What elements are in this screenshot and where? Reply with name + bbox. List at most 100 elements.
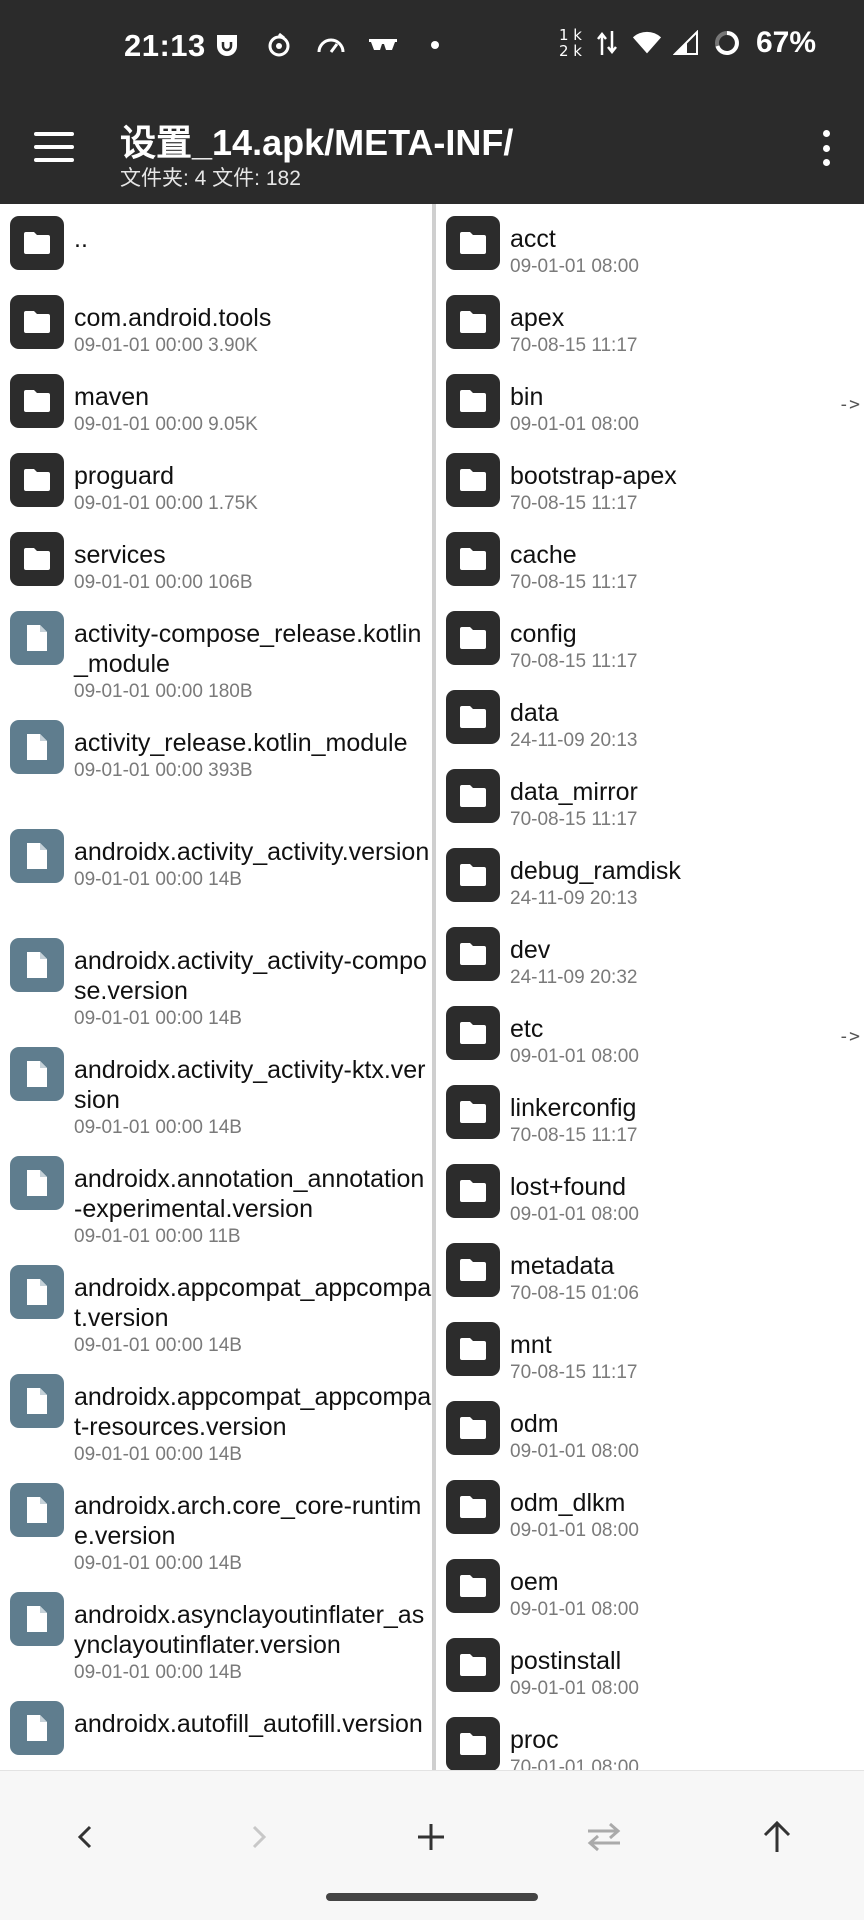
- folder-row[interactable]: debug_ramdisk 24-11-09 20:13: [436, 848, 864, 927]
- item-meta: 09-01-01 00:00 14B: [74, 1553, 242, 1574]
- file-row[interactable]: androidx.activity_activity-compose.versi…: [0, 938, 432, 1047]
- folder-row[interactable]: apex 70-08-15 11:17: [436, 295, 864, 374]
- item-meta: 70-08-15 11:17: [510, 1125, 638, 1146]
- item-meta: 09-01-01 00:00 14B: [74, 1335, 242, 1356]
- folder-row[interactable]: ..: [0, 216, 432, 295]
- bottom-navigation: [0, 1770, 864, 1920]
- item-name: androidx.arch.core_core-runtime.version: [74, 1492, 422, 1550]
- item-name: metadata: [510, 1252, 615, 1280]
- folder-row[interactable]: data 24-11-09 20:13: [436, 690, 864, 769]
- item-name: oem: [510, 1568, 559, 1596]
- item-meta: 09-01-01 00:00 1.75K: [74, 493, 258, 514]
- folder-icon: [446, 1085, 500, 1139]
- item-name: androidx.activity_activity-compose.versi…: [74, 947, 427, 1005]
- item-meta: 09-01-01 08:00: [510, 1441, 639, 1462]
- item-meta: 09-01-01 00:00 14B: [74, 1662, 242, 1683]
- swap-icon[interactable]: [574, 1807, 634, 1867]
- item-meta: 09-01-01 08:00: [510, 414, 639, 435]
- folder-row[interactable]: acct 09-01-01 08:00: [436, 216, 864, 295]
- item-name: cache: [510, 541, 577, 569]
- folder-row[interactable]: bin 09-01-01 08:00 ->: [436, 374, 864, 453]
- file-row[interactable]: activity_release.kotlin_module 09-01-01 0…: [0, 720, 432, 829]
- path-title: 设置_14.apk/META-INF/: [120, 122, 514, 163]
- folder-icon: [10, 532, 64, 586]
- file-icon: [10, 720, 64, 774]
- folder-row[interactable]: lost+found 09-01-01 08:00: [436, 1164, 864, 1243]
- item-name: ..: [74, 225, 88, 253]
- item-meta: 09-01-01 08:00: [510, 1046, 639, 1067]
- forward-icon[interactable]: [228, 1807, 288, 1867]
- folder-icon: [446, 1006, 500, 1060]
- glasses-notification-icon: [368, 30, 398, 60]
- more-options-icon[interactable]: [820, 130, 832, 166]
- file-row[interactable]: activity-compose_release.kotlin_module 09…: [0, 611, 432, 720]
- folder-row[interactable]: odm 09-01-01 08:00: [436, 1401, 864, 1480]
- folder-row[interactable]: linkerconfig 70-08-15 11:17: [436, 1085, 864, 1164]
- folder-row[interactable]: cache 70-08-15 11:17: [436, 532, 864, 611]
- item-name: activity_release.kotlin_module: [74, 729, 408, 757]
- folder-row[interactable]: data_mirror 70-08-15 11:17: [436, 769, 864, 848]
- folder-row[interactable]: mnt 70-08-15 11:17: [436, 1322, 864, 1401]
- file-row[interactable]: androidx.appcompat_appcompat.version 09-0…: [0, 1265, 432, 1374]
- folder-icon: [446, 1243, 500, 1297]
- folder-icon: [446, 1401, 500, 1455]
- up-icon[interactable]: [747, 1807, 807, 1867]
- file-row[interactable]: androidx.activity_activity-ktx.version 09…: [0, 1047, 432, 1156]
- file-icon: [10, 1265, 64, 1319]
- gauge-notification-icon: [316, 30, 346, 60]
- item-name: odm: [510, 1410, 559, 1438]
- item-name: debug_ramdisk: [510, 857, 681, 885]
- item-meta: 09-01-01 08:00: [510, 1678, 639, 1699]
- gesture-home-bar[interactable]: [326, 1893, 538, 1901]
- add-icon[interactable]: [401, 1807, 461, 1867]
- network-speed: 1 k 2 k: [558, 26, 582, 60]
- file-icon: [10, 1592, 64, 1646]
- folder-row[interactable]: maven 09-01-01 00:00 9.05K: [0, 374, 432, 453]
- folder-icon: [446, 1480, 500, 1534]
- item-name: mnt: [510, 1331, 552, 1359]
- folder-row[interactable]: bootstrap-apex 70-08-15 11:17: [436, 453, 864, 532]
- file-row[interactable]: androidx.arch.core_core-runtime.version 0…: [0, 1483, 432, 1592]
- folder-row[interactable]: odm_dlkm 09-01-01 08:00: [436, 1480, 864, 1559]
- item-name: androidx.annotation_annotation-experimen…: [74, 1165, 425, 1223]
- folder-row[interactable]: dev 24-11-09 20:32: [436, 927, 864, 1006]
- file-row[interactable]: androidx.appcompat_appcompat-resources.v…: [0, 1374, 432, 1483]
- folder-row[interactable]: metadata 70-08-15 01:06: [436, 1243, 864, 1322]
- folder-row[interactable]: postinstall 09-01-01 08:00: [436, 1638, 864, 1717]
- file-icon: [10, 938, 64, 992]
- folder-icon: [10, 374, 64, 428]
- file-row[interactable]: androidx.autofill_autofill.version: [0, 1701, 432, 1770]
- folder-icon: [446, 611, 500, 665]
- file-row[interactable]: androidx.annotation_annotation-experimen…: [0, 1156, 432, 1265]
- item-meta: 70-08-15 11:17: [510, 493, 638, 514]
- file-row[interactable]: androidx.asynclayoutinflater_asynclayout…: [0, 1592, 432, 1701]
- sync-notification-icon: [264, 30, 294, 60]
- left-file-pane[interactable]: .. com.android.tools 09-01-01 00:00 3.90K m…: [0, 204, 432, 1770]
- folder-row[interactable]: oem 09-01-01 08:00: [436, 1559, 864, 1638]
- item-name: services: [74, 541, 166, 569]
- menu-icon[interactable]: [34, 132, 74, 162]
- folder-row[interactable]: config 70-08-15 11:17: [436, 611, 864, 690]
- item-name: androidx.activity_activity.version: [74, 838, 430, 866]
- right-file-pane[interactable]: acct 09-01-01 08:00 apex 70-08-15 11:17 bin 0…: [436, 204, 864, 1770]
- back-icon[interactable]: [56, 1807, 116, 1867]
- folder-row[interactable]: services 09-01-01 00:00 106B: [0, 532, 432, 611]
- file-row[interactable]: androidx.activity_activity.version 09-01-…: [0, 829, 432, 938]
- folder-icon: [446, 295, 500, 349]
- item-name: proc: [510, 1726, 559, 1754]
- folder-row[interactable]: proc 70-01-01 08:00: [436, 1717, 864, 1770]
- folder-icon: [446, 374, 500, 428]
- file-icon: [10, 1701, 64, 1755]
- folder-row[interactable]: proguard 09-01-01 00:00 1.75K: [0, 453, 432, 532]
- item-name: etc: [510, 1015, 544, 1043]
- cellular-signal-icon: [672, 28, 702, 58]
- item-name: androidx.asynclayoutinflater_asynclayout…: [74, 1601, 425, 1659]
- item-meta: 70-08-15 11:17: [510, 335, 638, 356]
- item-meta: 09-01-01 08:00: [510, 1599, 639, 1620]
- file-icon: [10, 1047, 64, 1101]
- battery-percent: 67%: [755, 26, 816, 59]
- item-name: odm_dlkm: [510, 1489, 626, 1517]
- folder-row[interactable]: etc 09-01-01 08:00 ->: [436, 1006, 864, 1085]
- system-icons: 1 k 2 k 67%: [559, 26, 816, 60]
- folder-row[interactable]: com.android.tools 09-01-01 00:00 3.90K: [0, 295, 432, 374]
